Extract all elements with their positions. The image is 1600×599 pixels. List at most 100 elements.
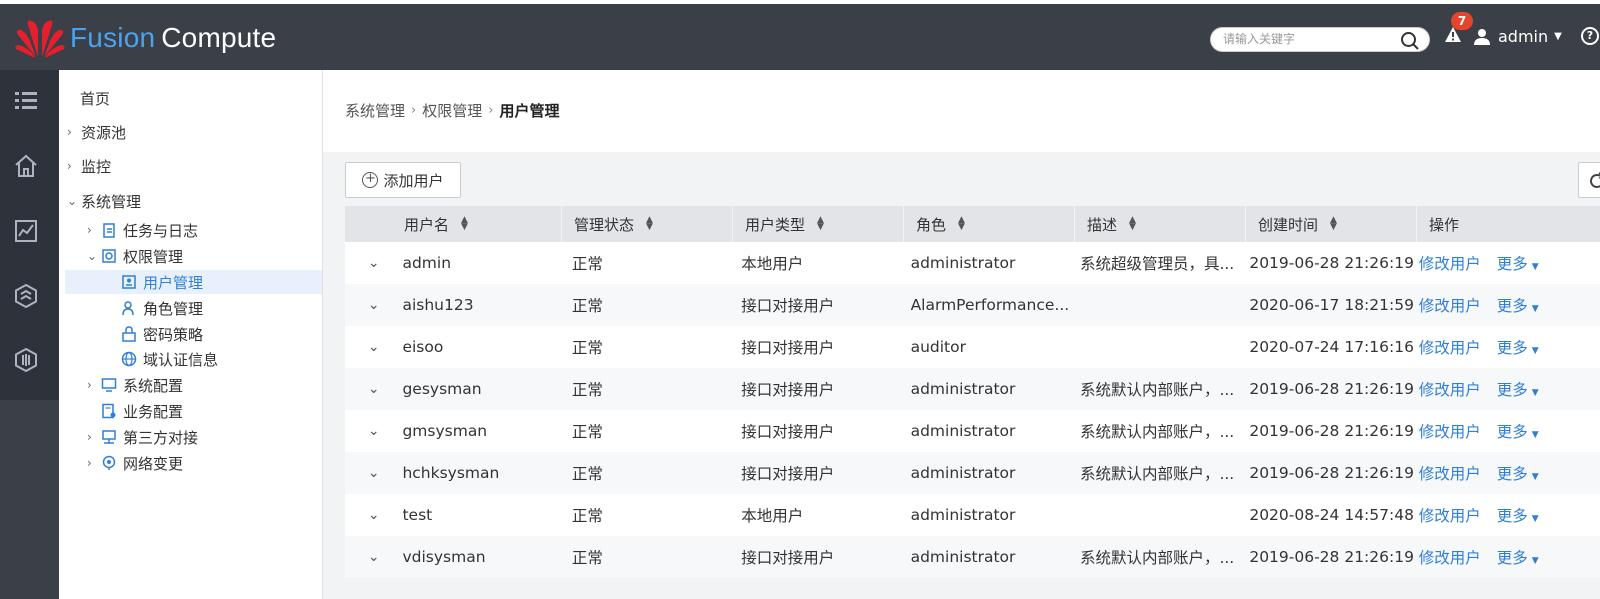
breadcrumb-permission-mgmt[interactable]: 权限管理	[422, 100, 482, 121]
hexagon-icon[interactable]	[13, 283, 39, 309]
tree-item-label: 系统配置	[123, 376, 184, 395]
expand-row-icon[interactable]: ⌄	[345, 381, 402, 397]
tree-item-label: 资源池	[81, 123, 127, 142]
more-actions-dropdown[interactable]: 更多 ▼	[1497, 339, 1539, 357]
user-list-icon	[122, 275, 136, 289]
tree-item-network-change[interactable]: › 网络变更	[87, 451, 183, 475]
more-actions-dropdown[interactable]: 更多 ▼	[1497, 255, 1539, 273]
huawei-logo-icon	[15, 20, 65, 58]
search-input[interactable]	[1223, 32, 1393, 46]
tree-item-label: 权限管理	[123, 247, 184, 266]
expand-row-icon[interactable]: ⌄	[345, 339, 402, 355]
column-header-created[interactable]: 创建时间 ▲ ▼	[1246, 206, 1417, 242]
cell-user-type: 接口对接用户	[741, 465, 835, 483]
sort-icon[interactable]: ▲ ▼	[958, 216, 965, 232]
edit-user-link[interactable]: 修改用户	[1419, 423, 1481, 441]
chevron-down-icon[interactable]: ⌄	[67, 194, 81, 208]
edit-user-link[interactable]: 修改用户	[1419, 549, 1481, 567]
tree-item-task-log[interactable]: › 任务与日志	[87, 218, 198, 242]
edit-user-link[interactable]: 修改用户	[1419, 255, 1481, 273]
tree-item-system-config[interactable]: › 系统配置	[87, 373, 183, 397]
list-icon[interactable]	[13, 88, 39, 114]
column-header-status[interactable]: 管理状态 ▲ ▼	[562, 206, 733, 242]
user-menu[interactable]: admin ▼	[1474, 27, 1562, 46]
expand-row-icon[interactable]: ⌄	[345, 507, 402, 523]
edit-user-link[interactable]: 修改用户	[1419, 339, 1481, 357]
sort-icon[interactable]: ▲ ▼	[461, 216, 468, 232]
search-icon[interactable]	[1399, 30, 1421, 52]
column-header-role[interactable]: 角色 ▲ ▼	[904, 206, 1075, 242]
tree-item-role-mgmt[interactable]: 角色管理	[121, 296, 203, 320]
expand-row-icon[interactable]: ⌄	[345, 297, 402, 313]
more-actions-dropdown[interactable]: 更多 ▼	[1497, 423, 1539, 441]
tree-item-permission-mgmt[interactable]: ⌄ 权限管理	[87, 244, 183, 268]
add-user-button[interactable]: + 添加用户	[345, 162, 461, 198]
more-actions-dropdown[interactable]: 更多 ▼	[1497, 297, 1539, 315]
table-row: ⌄ vdisysman 正常 接口对接用户 administrator 系统默认…	[345, 536, 1600, 578]
edit-user-link[interactable]: 修改用户	[1419, 465, 1481, 483]
edit-user-link[interactable]: 修改用户	[1419, 297, 1481, 315]
chevron-right-icon[interactable]: ›	[87, 430, 101, 444]
chevron-right-icon[interactable]: ›	[67, 125, 81, 139]
expand-row-icon[interactable]: ⌄	[345, 549, 402, 565]
brand-part2: Compute	[161, 22, 277, 53]
sort-icon[interactable]: ▲ ▼	[1330, 216, 1337, 232]
global-search[interactable]	[1210, 27, 1430, 52]
edit-user-link[interactable]: 修改用户	[1419, 507, 1481, 525]
sort-icon[interactable]: ▲ ▼	[646, 216, 653, 232]
cell-role: administrator	[910, 548, 1016, 566]
more-actions-dropdown[interactable]: 更多 ▼	[1497, 465, 1539, 483]
expand-row-icon[interactable]: ⌄	[345, 255, 402, 271]
chevron-right-icon[interactable]: ›	[87, 378, 101, 392]
more-actions-dropdown[interactable]: 更多 ▼	[1497, 381, 1539, 399]
tree-item-business-config[interactable]: 业务配置	[101, 399, 183, 423]
tree-item-user-mgmt[interactable]: 用户管理	[65, 270, 322, 294]
cell-user-type: 接口对接用户	[741, 423, 835, 441]
column-header-username[interactable]: 用户名 ▲ ▼	[345, 206, 562, 242]
tree-item-password-policy[interactable]: 密码策略	[121, 322, 203, 346]
expand-row-icon[interactable]: ⌄	[345, 465, 402, 481]
column-header-description[interactable]: 描述 ▲ ▼	[1075, 206, 1246, 242]
refresh-button[interactable]	[1578, 162, 1600, 198]
cell-status: 正常	[571, 549, 603, 567]
more-actions-dropdown[interactable]: 更多 ▼	[1497, 549, 1539, 567]
cell-role: administrator	[910, 464, 1016, 482]
table-row: ⌄ test 正常 本地用户 administrator 2020-08-24 …	[345, 494, 1600, 536]
cell-status: 正常	[571, 423, 603, 441]
product-logo[interactable]: Fusion Compute	[14, 17, 276, 59]
expand-row-icon[interactable]: ⌄	[345, 423, 402, 439]
sort-icon[interactable]: ▲ ▼	[1129, 216, 1136, 232]
chevron-right-icon[interactable]: ›	[87, 456, 101, 470]
help-icon[interactable]: ?	[1581, 27, 1599, 45]
tree-item-system-mgmt[interactable]: ⌄ 系统管理	[67, 189, 141, 213]
tree-item-third-party[interactable]: › 第三方对接	[87, 425, 198, 449]
breadcrumb-system-mgmt[interactable]: 系统管理	[345, 100, 405, 121]
column-label: 管理状态	[574, 215, 635, 234]
table-row: ⌄ aishu123 正常 接口对接用户 AlarmPerformance...…	[345, 284, 1600, 326]
more-label: 更多	[1496, 381, 1528, 399]
monitor-chart-icon[interactable]	[13, 218, 39, 244]
tree-item-home[interactable]: 首页	[80, 86, 110, 110]
shield-icon[interactable]	[13, 347, 39, 373]
cell-status: 正常	[571, 255, 603, 273]
cell-role: AlarmPerformance...	[910, 296, 1070, 314]
sort-icon[interactable]: ▲ ▼	[817, 216, 824, 232]
chevron-down-icon[interactable]: ⌄	[87, 249, 101, 263]
content-area: + 添加用户 用户名 ▲ ▼ 管理状态 ▲ ▼ 用户类型 ▲ ▼ 角色 ▲ ▼ …	[323, 152, 1600, 599]
column-header-user-type[interactable]: 用户类型 ▲ ▼	[733, 206, 904, 242]
tree-item-resource-pool[interactable]: › 资源池	[67, 120, 126, 144]
tree-item-label: 密码策略	[143, 325, 204, 344]
lock-icon	[122, 326, 136, 342]
home-icon[interactable]	[13, 153, 39, 179]
cell-role: administrator	[910, 422, 1016, 440]
chevron-right-icon[interactable]: ›	[67, 159, 81, 173]
cell-user-type: 接口对接用户	[741, 339, 835, 357]
cell-user-type: 本地用户	[741, 507, 804, 525]
edit-user-link[interactable]: 修改用户	[1419, 381, 1481, 399]
chevron-down-icon: ▼	[1531, 388, 1539, 398]
add-user-label: 添加用户	[383, 171, 444, 190]
tree-item-domain-auth[interactable]: 域认证信息	[121, 347, 218, 371]
tree-item-monitor[interactable]: › 监控	[67, 154, 111, 178]
chevron-right-icon[interactable]: ›	[87, 223, 101, 237]
more-actions-dropdown[interactable]: 更多 ▼	[1497, 507, 1539, 525]
